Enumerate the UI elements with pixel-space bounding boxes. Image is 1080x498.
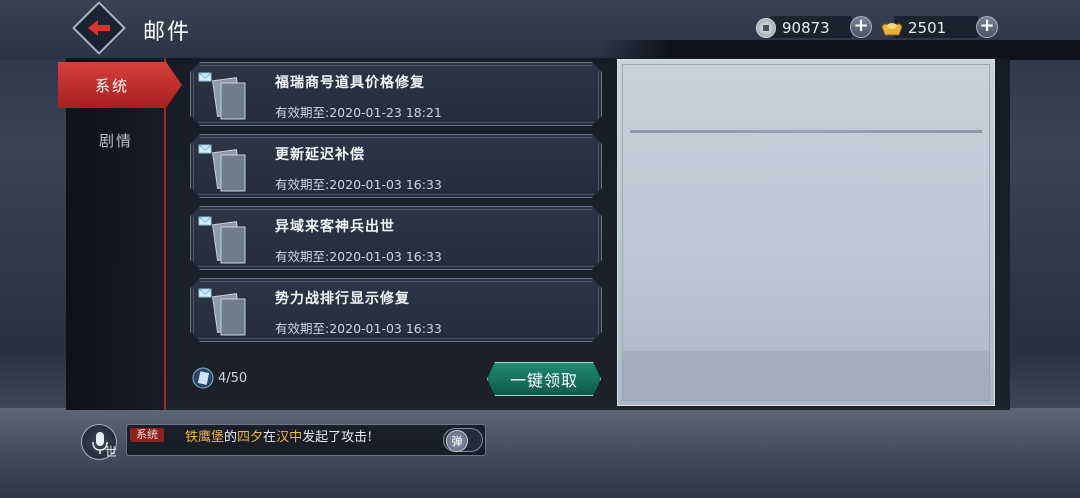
silver-coin-icon: [756, 18, 776, 38]
chat-text: 发起了攻击!: [302, 430, 373, 445]
silver-amount: 90873: [782, 19, 830, 37]
back-arrow-icon: [88, 20, 110, 36]
mail-expiry: 有效期至:2020-01-03 16:33: [275, 249, 442, 264]
letter-icon: [198, 72, 246, 120]
preview-footer: [622, 351, 990, 401]
preview-divider: [630, 130, 982, 133]
mail-title: 异域来客神兵出世: [275, 219, 395, 235]
letter-icon: [198, 288, 246, 336]
popup-toggle-label: 弹: [451, 435, 463, 448]
mail-item[interactable]: 更新延迟补偿 有效期至:2020-01-03 16:33: [190, 134, 602, 198]
mail-expiry: 有效期至:2020-01-03 16:33: [275, 321, 442, 336]
mail-preview-pane: [617, 59, 995, 406]
popup-toggle-knob[interactable]: 弹: [446, 430, 468, 452]
claim-all-label: 一键领取: [509, 371, 578, 390]
chat-city-name: 汉中: [276, 430, 303, 445]
chat-player-name: 四夕: [237, 430, 264, 445]
tab-story-label: 剧情: [98, 131, 133, 150]
chat-text: 在: [263, 430, 277, 445]
mail-expiry: 有效期至:2020-01-23 18:21: [275, 105, 442, 120]
claim-all-button[interactable]: 一键领取: [487, 362, 601, 396]
mail-sidebar: [66, 58, 166, 410]
chat-guild-name: 铁鹰堡: [185, 430, 225, 445]
mail-title: 势力战排行显示修复: [275, 291, 410, 307]
add-gold-button[interactable]: +: [976, 16, 998, 38]
gold-ingot-icon: [881, 23, 903, 36]
world-channel-label: 世: [105, 445, 118, 459]
mail-item[interactable]: 福瑞商号道具价格修复 有效期至:2020-01-23 18:21: [190, 62, 602, 126]
tab-story[interactable]: 剧情: [66, 122, 166, 158]
chat-message: 铁鹰堡的四夕在汉中发起了攻击!: [185, 426, 372, 445]
letter-icon: [198, 144, 246, 192]
mail-count: 4/50: [218, 371, 248, 386]
mail-item[interactable]: 异域来客神兵出世 有效期至:2020-01-03 16:33: [190, 206, 602, 270]
silver-currency: 90873: [756, 14, 830, 42]
header-shadow: [600, 40, 1080, 60]
letter-icon: [198, 216, 246, 264]
tab-system-label: 系统: [94, 76, 129, 95]
chat-text: 的: [224, 430, 238, 445]
gold-currency: 2501: [880, 14, 946, 42]
mail-item[interactable]: 势力战排行显示修复 有效期至:2020-01-03 16:33: [190, 278, 602, 342]
mailbox-icon: [192, 367, 214, 389]
page-title: 邮件: [143, 20, 192, 45]
chat-channel-badge: 系统: [130, 428, 164, 442]
mail-title: 更新延迟补偿: [275, 147, 365, 163]
gold-amount: 2501: [908, 19, 947, 37]
tab-system[interactable]: 系统: [58, 62, 182, 108]
add-silver-button[interactable]: +: [850, 16, 872, 38]
mail-title: 福瑞商号道具价格修复: [275, 75, 425, 91]
mail-expiry: 有效期至:2020-01-03 16:33: [275, 177, 442, 192]
